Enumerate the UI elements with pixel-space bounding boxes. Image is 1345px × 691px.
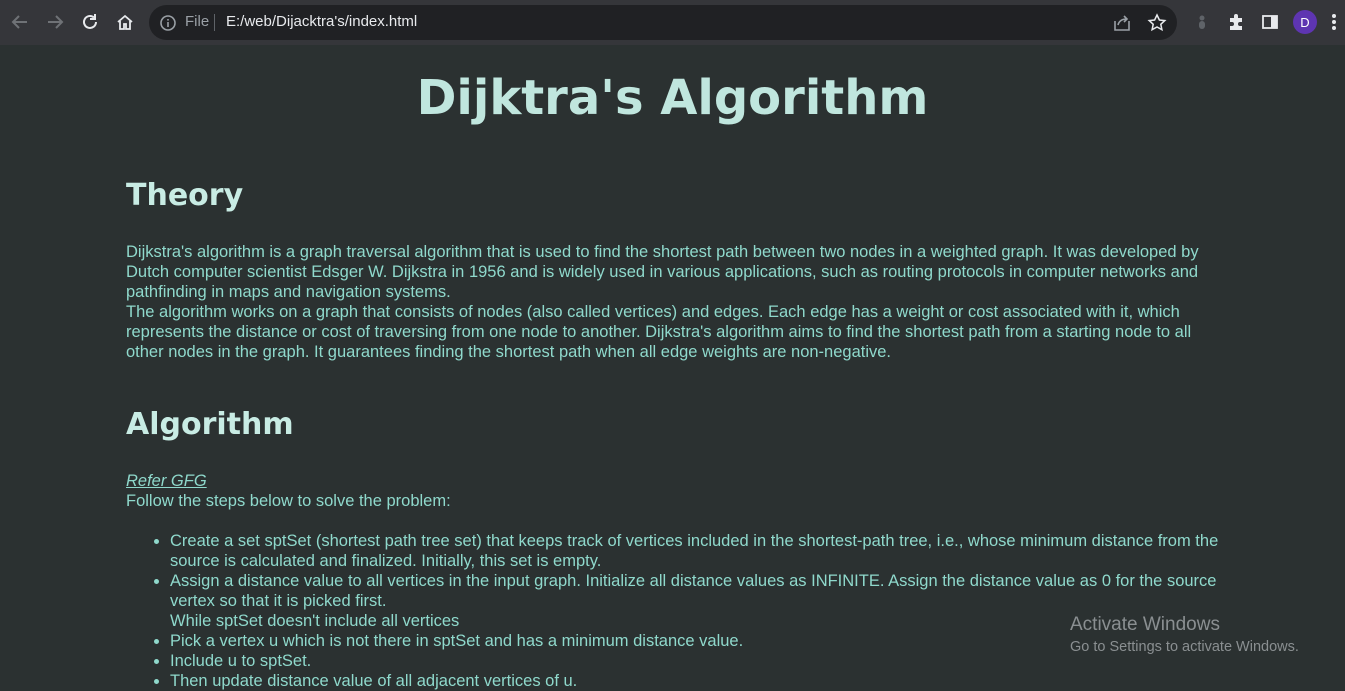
file-scheme-label: File xyxy=(185,13,210,30)
address-bar[interactable]: File E:/web/Dijacktra's/index.html xyxy=(149,5,1177,40)
reload-icon[interactable] xyxy=(78,10,102,34)
list-item-text: Assign a distance value to all vertices … xyxy=(170,572,1217,610)
extensions-puzzle-icon[interactable] xyxy=(1225,11,1247,33)
page-title: Dijktra's Algorithm xyxy=(416,70,929,126)
divider xyxy=(214,14,215,31)
url-text[interactable]: E:/web/Dijacktra's/index.html xyxy=(226,13,417,30)
theory-paragraph-1: Dijkstra's algorithm is a graph traversa… xyxy=(126,243,1199,301)
list-item: Create a set sptSet (shortest path tree … xyxy=(170,531,1260,571)
list-item: Then update distance value of all adjace… xyxy=(170,671,1260,691)
home-icon[interactable] xyxy=(113,10,137,34)
info-icon[interactable] xyxy=(159,14,177,32)
algorithm-heading: Algorithm xyxy=(126,407,294,442)
algorithm-intro: Follow the steps below to solve the prob… xyxy=(126,492,451,510)
bookmark-star-icon[interactable] xyxy=(1147,13,1167,33)
algorithm-steps-list: Create a set sptSet (shortest path tree … xyxy=(126,531,1260,691)
forward-arrow-icon[interactable] xyxy=(43,10,67,34)
watermark-subtitle: Go to Settings to activate Windows. xyxy=(1070,639,1299,655)
theory-heading: Theory xyxy=(126,178,244,213)
extension-status-icon[interactable] xyxy=(1191,11,1213,33)
menu-kebab-icon[interactable] xyxy=(1327,11,1341,33)
back-arrow-icon[interactable] xyxy=(8,10,32,34)
refer-gfg-link[interactable]: Refer GFG xyxy=(126,472,207,491)
profile-avatar[interactable]: D xyxy=(1293,10,1317,34)
watermark-title: Activate Windows xyxy=(1070,614,1220,635)
theory-section: Dijkstra's algorithm is a graph traversa… xyxy=(126,242,1221,362)
browser-toolbar: File E:/web/Dijacktra's/index.html D xyxy=(0,0,1345,45)
list-item-subtext: While sptSet doesn't include all vertice… xyxy=(170,612,460,630)
side-panel-icon[interactable] xyxy=(1259,11,1281,33)
share-icon[interactable] xyxy=(1112,13,1132,33)
activate-windows-watermark: Activate Windows Go to Settings to activ… xyxy=(1070,614,1299,655)
theory-paragraph-2: The algorithm works on a graph that cons… xyxy=(126,303,1192,361)
